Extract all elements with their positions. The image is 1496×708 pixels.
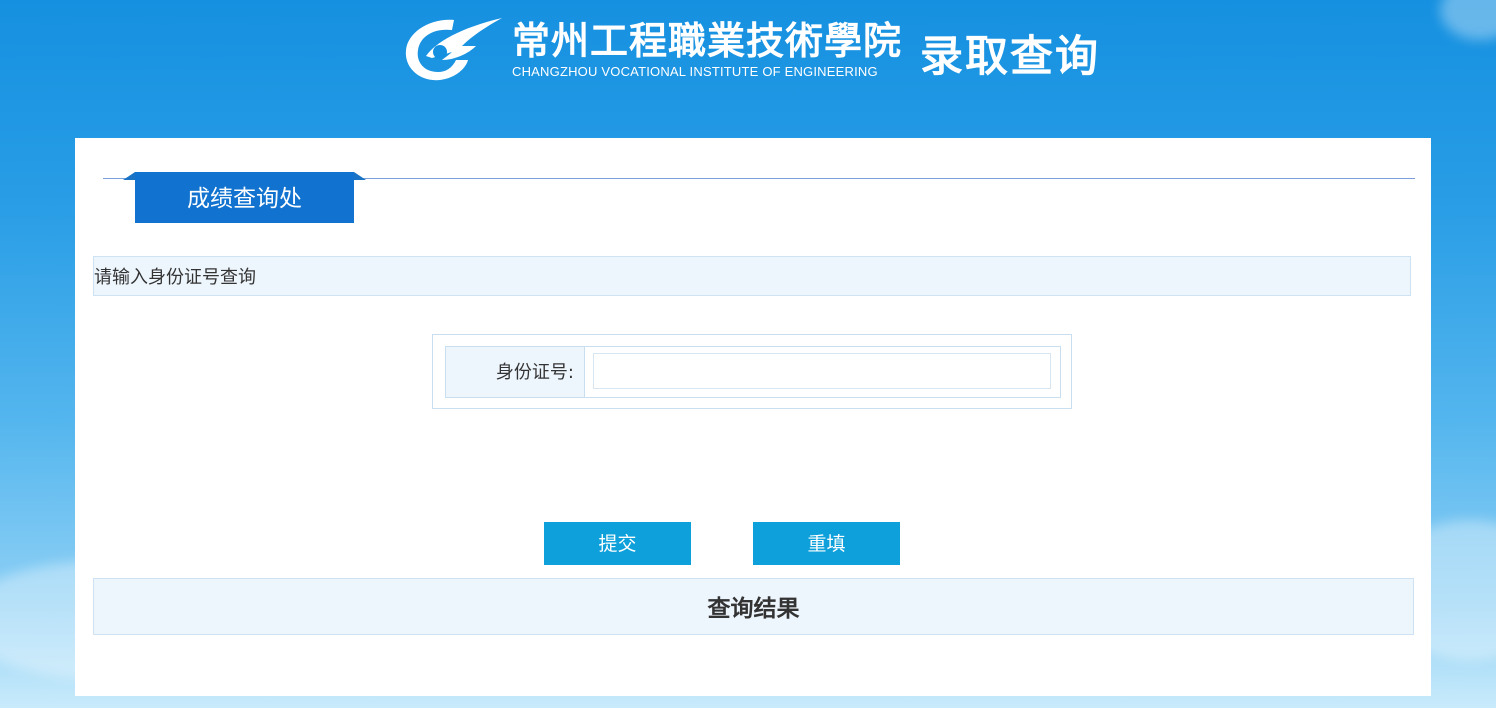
form-row-id: 身份证号: [445, 346, 1061, 398]
page-title: 录取查询 [920, 32, 1100, 82]
school-name-english: CHANGZHOU VOCATIONAL INSTITUTE OF ENGINE… [512, 64, 878, 79]
page-header: 常州工程職業技術學院 CHANGZHOU VOCATIONAL INSTITUT… [0, 0, 1496, 110]
id-number-input[interactable] [593, 353, 1051, 389]
reset-button[interactable]: 重填 [753, 522, 900, 565]
tab-wing-left [123, 172, 135, 180]
tab-score-query[interactable]: 成绩查询处 [135, 172, 354, 223]
id-number-label: 身份证号: [446, 347, 585, 397]
tab-wing-right [354, 172, 366, 180]
instruction-bar: 请输入身份证号查询 [93, 256, 1411, 296]
query-panel: 成绩查询处 请输入身份证号查询 身份证号: 提交 重填 查询结果 [75, 138, 1431, 696]
college-logo-icon [405, 18, 502, 81]
query-form: 身份证号: [432, 334, 1072, 409]
submit-button[interactable]: 提交 [544, 522, 691, 565]
result-heading: 查询结果 [93, 578, 1414, 635]
school-name-chinese: 常州工程職業技術學院 [512, 18, 903, 63]
